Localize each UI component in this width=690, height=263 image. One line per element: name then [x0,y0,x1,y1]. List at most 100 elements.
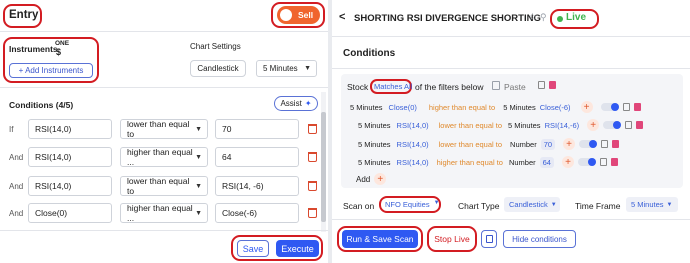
copy-icon[interactable] [538,81,545,89]
row-operator-value: higher than equal ... [127,203,193,223]
assist-button[interactable]: Assist ✦ [274,96,318,111]
delete-icon[interactable] [633,103,641,111]
chart-type-select[interactable]: Candlestick ▼ [504,197,560,212]
add-icon[interactable]: + [587,119,600,131]
condition-toggle[interactable] [577,158,596,166]
sparkle-icon: ✦ [304,99,312,108]
candlestick-button[interactable]: Candlestick [190,60,246,77]
add-instruments-button[interactable]: + Add Instruments [9,63,93,78]
row-lhs-input[interactable]: RSI(14,0) [28,176,112,196]
delete-icon[interactable] [610,158,618,166]
delete-icon[interactable] [612,140,620,148]
condition-row: 5 Minutes Close(0) higher than equal to … [350,100,641,114]
paste-icon[interactable] [492,81,500,90]
scan-on-value: NFO Equities [385,200,430,209]
copy-icon[interactable] [599,158,607,166]
condition-lhs[interactable]: Close(0) [389,103,417,112]
conditions-scrollbar[interactable] [321,92,326,232]
copy-icon[interactable] [601,140,609,148]
filters-text: of the filters below [415,82,484,92]
row-operator-select[interactable]: higher than equal ... ▼ [120,147,208,167]
chevron-down-icon: ▼ [195,209,202,217]
run-save-scan-button[interactable]: Run & Save Scan [342,230,418,248]
conditions-title: Conditions (4/5) [9,100,74,110]
row-lhs-input[interactable]: Close(0) [28,203,112,223]
assist-label: Assist [280,99,302,108]
sell-toggle-label: Sell [298,10,314,20]
time-frame-select[interactable]: 5 Minutes ▼ [626,197,678,212]
delete-icon[interactable] [549,81,556,89]
chart-type-value: Candlestick [509,200,548,209]
scrollbar-thumb[interactable] [321,112,326,222]
condition-rhs-timeframe[interactable]: Number [509,158,536,167]
row-rhs-input[interactable]: 64 [215,147,299,167]
trash-icon[interactable] [308,181,317,191]
condition-timeframe[interactable]: 5 Minutes [358,121,391,130]
condition-lhs[interactable]: RSI(14,0) [397,140,429,149]
row-prefix: If [9,125,14,134]
condition-rhs[interactable]: 70 [540,138,556,150]
condition-operator[interactable]: higher than equal to [429,103,495,112]
condition-operator[interactable]: lower than equal to [439,140,502,149]
add-condition-button[interactable]: Add + [356,173,387,185]
condition-operator[interactable]: lower than equal to [439,121,502,130]
add-icon[interactable]: + [563,138,576,150]
chevron-down-icon: ▼ [304,65,311,72]
add-icon[interactable]: + [580,101,593,113]
row-prefix: And [9,153,24,162]
scan-on-label: Scan on [343,201,375,211]
sell-toggle-knob [280,9,292,21]
condition-rhs[interactable]: Close(-6) [540,103,571,112]
interval-select[interactable]: 5 Minutes ▼ [256,60,317,77]
row-rhs-input[interactable]: Close(-6) [215,203,299,223]
condition-rhs-timeframe[interactable]: 5 Minutes [508,121,541,130]
row-operator-select[interactable]: lower than equal to ▼ [120,176,208,196]
stop-live-button[interactable]: Stop Live [431,230,473,248]
row-operator-select[interactable]: lower than equal to ▼ [120,119,208,139]
trash-icon[interactable] [308,208,317,218]
row-operator-select[interactable]: higher than equal ... ▼ [120,203,208,223]
star-icon[interactable]: ☆ [528,12,537,23]
conditions-heading: Conditions [343,48,396,59]
condition-timeframe[interactable]: 5 Minutes [358,158,391,167]
add-icon[interactable]: + [561,156,574,168]
copy-icon[interactable] [622,103,630,111]
condition-rhs[interactable]: RSI(14,-6) [545,121,580,130]
condition-lhs[interactable]: RSI(14,0) [397,158,429,167]
save-button[interactable]: Save [237,240,269,257]
row-rhs-input[interactable]: 70 [215,119,299,139]
condition-rhs-timeframe[interactable]: Number [510,140,537,149]
row-rhs-input[interactable]: RSI(14, -6) [215,176,299,196]
condition-lhs[interactable]: RSI(14,0) [397,121,429,130]
condition-toggle[interactable] [579,140,598,148]
matches-all-select[interactable]: Matches All [374,82,412,91]
row-operator-value: lower than equal to [127,119,190,139]
condition-timeframe[interactable]: 5 Minutes [350,103,383,112]
chevron-down-icon: ▼ [666,201,673,208]
row-prefix: And [9,209,24,218]
execute-button[interactable]: Execute [276,240,319,257]
row-lhs-input[interactable]: RSI(14,0) [28,147,112,167]
sell-toggle[interactable]: Sell [277,6,320,24]
chart-type-label: Chart Type [458,201,500,211]
copy-scan-button[interactable] [481,230,497,248]
condition-rhs[interactable]: 64 [539,156,554,168]
back-icon[interactable]: < [339,11,345,23]
delete-icon[interactable] [636,121,644,129]
condition-timeframe[interactable]: 5 Minutes [358,140,391,149]
condition-toggle[interactable] [603,121,622,129]
condition-rhs-timeframe[interactable]: 5 Minutes [503,103,536,112]
row-lhs-input[interactable]: RSI(14,0) [28,119,112,139]
trash-icon[interactable] [308,152,317,162]
interval-select-value: 5 Minutes [263,64,298,73]
pin-icon[interactable]: ⚲ [540,12,547,23]
condition-operator[interactable]: higher than equal to [437,158,503,167]
header-divider [332,36,690,37]
chevron-down-icon: ▼ [433,200,440,206]
condition-toggle[interactable] [600,103,619,111]
copy-icon[interactable] [625,121,633,129]
scan-on-select[interactable]: NFO Equities ▼ [385,200,440,209]
hide-conditions-button[interactable]: Hide conditions [503,230,576,248]
paste-label[interactable]: Paste [504,82,526,92]
trash-icon[interactable] [308,124,317,134]
